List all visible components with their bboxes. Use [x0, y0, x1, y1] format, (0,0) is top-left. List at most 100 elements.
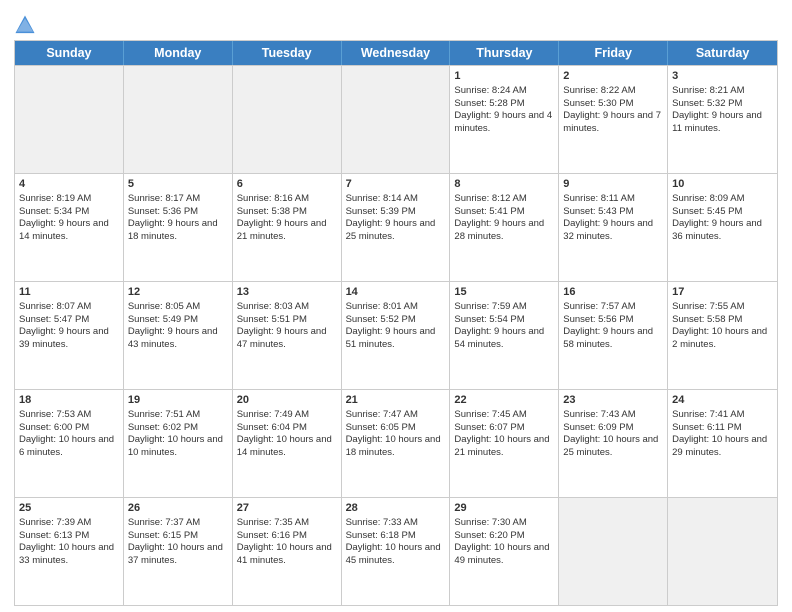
day-number: 21 — [346, 393, 446, 408]
calendar-day-cell: 10Sunrise: 8:09 AM Sunset: 5:45 PM Dayli… — [668, 174, 777, 281]
day-number: 11 — [19, 285, 119, 300]
day-info: Sunrise: 7:30 AM Sunset: 6:20 PM Dayligh… — [454, 517, 549, 566]
day-info: Sunrise: 7:49 AM Sunset: 6:04 PM Dayligh… — [237, 409, 332, 458]
day-info: Sunrise: 7:51 AM Sunset: 6:02 PM Dayligh… — [128, 409, 223, 458]
day-number: 8 — [454, 177, 554, 192]
calendar-day-cell: 18Sunrise: 7:53 AM Sunset: 6:00 PM Dayli… — [15, 390, 124, 497]
day-info: Sunrise: 7:53 AM Sunset: 6:00 PM Dayligh… — [19, 409, 114, 458]
empty-cell — [124, 66, 233, 173]
calendar-day-cell: 26Sunrise: 7:37 AM Sunset: 6:15 PM Dayli… — [124, 498, 233, 605]
calendar-day-cell: 21Sunrise: 7:47 AM Sunset: 6:05 PM Dayli… — [342, 390, 451, 497]
weekday-header: Thursday — [450, 41, 559, 65]
calendar-row: 18Sunrise: 7:53 AM Sunset: 6:00 PM Dayli… — [15, 389, 777, 497]
empty-cell — [559, 498, 668, 605]
day-number: 29 — [454, 501, 554, 516]
day-info: Sunrise: 8:01 AM Sunset: 5:52 PM Dayligh… — [346, 301, 436, 350]
day-number: 16 — [563, 285, 663, 300]
empty-cell — [342, 66, 451, 173]
day-number: 14 — [346, 285, 446, 300]
day-number: 19 — [128, 393, 228, 408]
day-info: Sunrise: 8:09 AM Sunset: 5:45 PM Dayligh… — [672, 193, 762, 242]
day-number: 4 — [19, 177, 119, 192]
day-number: 13 — [237, 285, 337, 300]
day-info: Sunrise: 8:12 AM Sunset: 5:41 PM Dayligh… — [454, 193, 544, 242]
calendar-day-cell: 24Sunrise: 7:41 AM Sunset: 6:11 PM Dayli… — [668, 390, 777, 497]
day-number: 5 — [128, 177, 228, 192]
calendar-day-cell: 2Sunrise: 8:22 AM Sunset: 5:30 PM Daylig… — [559, 66, 668, 173]
day-info: Sunrise: 7:45 AM Sunset: 6:07 PM Dayligh… — [454, 409, 549, 458]
calendar-day-cell: 11Sunrise: 8:07 AM Sunset: 5:47 PM Dayli… — [15, 282, 124, 389]
calendar-day-cell: 13Sunrise: 8:03 AM Sunset: 5:51 PM Dayli… — [233, 282, 342, 389]
weekday-header: Friday — [559, 41, 668, 65]
calendar-day-cell: 17Sunrise: 7:55 AM Sunset: 5:58 PM Dayli… — [668, 282, 777, 389]
calendar-day-cell: 14Sunrise: 8:01 AM Sunset: 5:52 PM Dayli… — [342, 282, 451, 389]
day-info: Sunrise: 7:35 AM Sunset: 6:16 PM Dayligh… — [237, 517, 332, 566]
calendar-row: 25Sunrise: 7:39 AM Sunset: 6:13 PM Dayli… — [15, 497, 777, 605]
day-info: Sunrise: 8:19 AM Sunset: 5:34 PM Dayligh… — [19, 193, 109, 242]
day-info: Sunrise: 8:11 AM Sunset: 5:43 PM Dayligh… — [563, 193, 653, 242]
day-number: 17 — [672, 285, 773, 300]
day-number: 20 — [237, 393, 337, 408]
day-number: 24 — [672, 393, 773, 408]
day-info: Sunrise: 7:59 AM Sunset: 5:54 PM Dayligh… — [454, 301, 544, 350]
day-info: Sunrise: 7:33 AM Sunset: 6:18 PM Dayligh… — [346, 517, 441, 566]
day-info: Sunrise: 8:22 AM Sunset: 5:30 PM Dayligh… — [563, 85, 661, 134]
calendar-day-cell: 22Sunrise: 7:45 AM Sunset: 6:07 PM Dayli… — [450, 390, 559, 497]
calendar-day-cell: 29Sunrise: 7:30 AM Sunset: 6:20 PM Dayli… — [450, 498, 559, 605]
day-info: Sunrise: 7:37 AM Sunset: 6:15 PM Dayligh… — [128, 517, 223, 566]
day-number: 7 — [346, 177, 446, 192]
day-info: Sunrise: 8:16 AM Sunset: 5:38 PM Dayligh… — [237, 193, 327, 242]
day-info: Sunrise: 7:43 AM Sunset: 6:09 PM Dayligh… — [563, 409, 658, 458]
weekday-header: Monday — [124, 41, 233, 65]
empty-cell — [15, 66, 124, 173]
weekday-header: Wednesday — [342, 41, 451, 65]
calendar-day-cell: 3Sunrise: 8:21 AM Sunset: 5:32 PM Daylig… — [668, 66, 777, 173]
day-number: 23 — [563, 393, 663, 408]
calendar-day-cell: 28Sunrise: 7:33 AM Sunset: 6:18 PM Dayli… — [342, 498, 451, 605]
day-number: 3 — [672, 69, 773, 84]
day-info: Sunrise: 7:47 AM Sunset: 6:05 PM Dayligh… — [346, 409, 441, 458]
calendar-day-cell: 25Sunrise: 7:39 AM Sunset: 6:13 PM Dayli… — [15, 498, 124, 605]
day-info: Sunrise: 8:14 AM Sunset: 5:39 PM Dayligh… — [346, 193, 436, 242]
calendar-day-cell: 4Sunrise: 8:19 AM Sunset: 5:34 PM Daylig… — [15, 174, 124, 281]
day-number: 6 — [237, 177, 337, 192]
day-number: 22 — [454, 393, 554, 408]
logo-icon — [14, 14, 36, 36]
day-number: 12 — [128, 285, 228, 300]
calendar-day-cell: 20Sunrise: 7:49 AM Sunset: 6:04 PM Dayli… — [233, 390, 342, 497]
calendar-day-cell: 6Sunrise: 8:16 AM Sunset: 5:38 PM Daylig… — [233, 174, 342, 281]
day-info: Sunrise: 7:39 AM Sunset: 6:13 PM Dayligh… — [19, 517, 114, 566]
logo — [14, 14, 39, 36]
calendar-day-cell: 8Sunrise: 8:12 AM Sunset: 5:41 PM Daylig… — [450, 174, 559, 281]
day-info: Sunrise: 8:24 AM Sunset: 5:28 PM Dayligh… — [454, 85, 552, 134]
calendar-day-cell: 9Sunrise: 8:11 AM Sunset: 5:43 PM Daylig… — [559, 174, 668, 281]
day-info: Sunrise: 7:57 AM Sunset: 5:56 PM Dayligh… — [563, 301, 653, 350]
day-number: 27 — [237, 501, 337, 516]
calendar-body: 1Sunrise: 8:24 AM Sunset: 5:28 PM Daylig… — [15, 65, 777, 605]
day-info: Sunrise: 8:05 AM Sunset: 5:49 PM Dayligh… — [128, 301, 218, 350]
day-info: Sunrise: 7:55 AM Sunset: 5:58 PM Dayligh… — [672, 301, 767, 350]
day-number: 10 — [672, 177, 773, 192]
day-number: 26 — [128, 501, 228, 516]
calendar-day-cell: 27Sunrise: 7:35 AM Sunset: 6:16 PM Dayli… — [233, 498, 342, 605]
weekday-header: Tuesday — [233, 41, 342, 65]
empty-cell — [668, 498, 777, 605]
calendar-day-cell: 1Sunrise: 8:24 AM Sunset: 5:28 PM Daylig… — [450, 66, 559, 173]
page: SundayMondayTuesdayWednesdayThursdayFrid… — [0, 0, 792, 612]
day-info: Sunrise: 8:03 AM Sunset: 5:51 PM Dayligh… — [237, 301, 327, 350]
weekday-header: Sunday — [15, 41, 124, 65]
calendar-day-cell: 15Sunrise: 7:59 AM Sunset: 5:54 PM Dayli… — [450, 282, 559, 389]
day-number: 15 — [454, 285, 554, 300]
day-number: 9 — [563, 177, 663, 192]
calendar-header: SundayMondayTuesdayWednesdayThursdayFrid… — [15, 41, 777, 65]
day-info: Sunrise: 7:41 AM Sunset: 6:11 PM Dayligh… — [672, 409, 767, 458]
day-number: 2 — [563, 69, 663, 84]
day-info: Sunrise: 8:21 AM Sunset: 5:32 PM Dayligh… — [672, 85, 762, 134]
calendar-row: 11Sunrise: 8:07 AM Sunset: 5:47 PM Dayli… — [15, 281, 777, 389]
day-info: Sunrise: 8:07 AM Sunset: 5:47 PM Dayligh… — [19, 301, 109, 350]
calendar-day-cell: 23Sunrise: 7:43 AM Sunset: 6:09 PM Dayli… — [559, 390, 668, 497]
day-number: 28 — [346, 501, 446, 516]
day-info: Sunrise: 8:17 AM Sunset: 5:36 PM Dayligh… — [128, 193, 218, 242]
calendar: SundayMondayTuesdayWednesdayThursdayFrid… — [14, 40, 778, 606]
calendar-day-cell: 12Sunrise: 8:05 AM Sunset: 5:49 PM Dayli… — [124, 282, 233, 389]
